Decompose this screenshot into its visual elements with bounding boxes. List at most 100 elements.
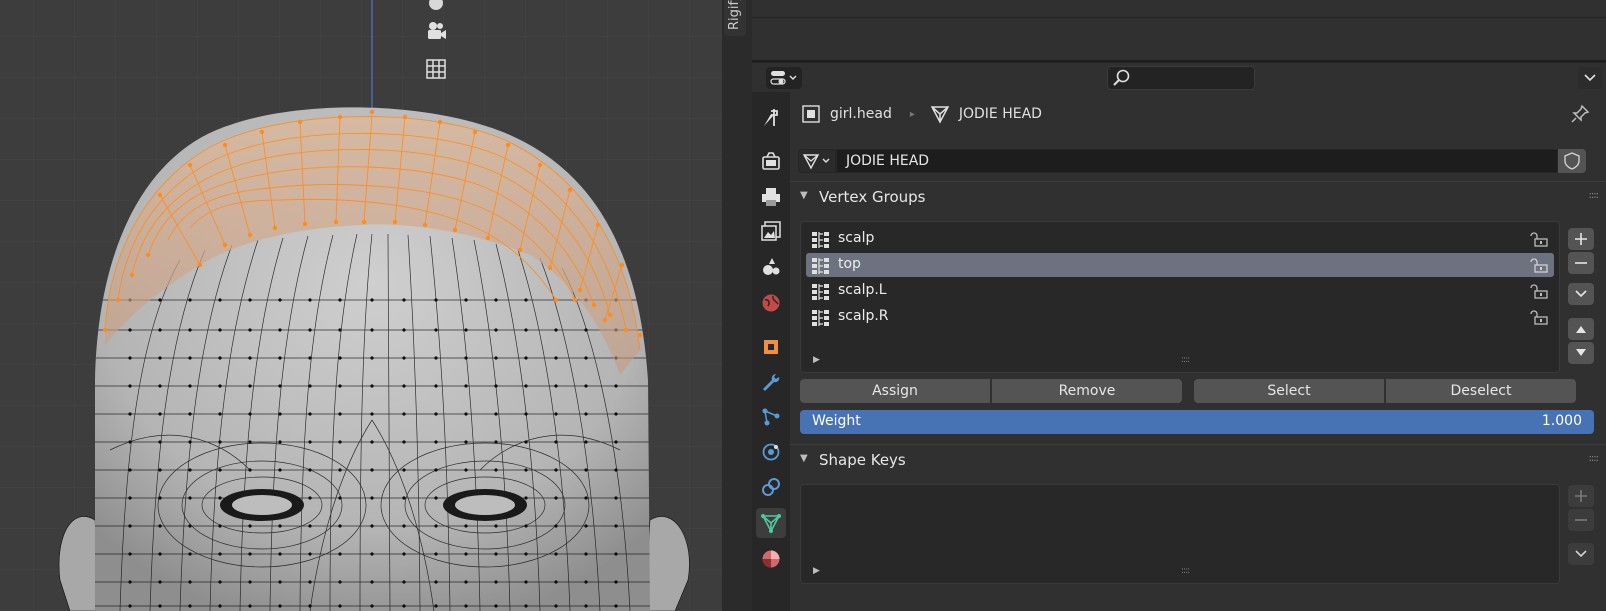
vertex-groups-panel-header[interactable]: ▼ Vertex Groups ::::: [790, 181, 1606, 212]
breadcrumb: girl.head ▸ JODIE HEAD: [800, 102, 1042, 126]
mesh-data-icon: [761, 514, 781, 533]
object-icon: [764, 340, 778, 354]
list-item-label: scalp.R: [838, 308, 889, 324]
list-item[interactable]: scalp: [806, 227, 1554, 251]
mesh-data-icon: [802, 154, 830, 170]
render-icon: [762, 152, 780, 170]
collapse-icon: ▼: [800, 190, 808, 201]
tab-constraints[interactable]: [756, 472, 786, 502]
constraints-icon: [762, 478, 780, 496]
pin-icon[interactable]: [1570, 104, 1590, 128]
list-filter-toggle-icon[interactable]: ▶: [813, 355, 820, 365]
triangle-up-icon: [1576, 326, 1586, 333]
mesh-name-input[interactable]: JODIE HEAD: [836, 149, 1558, 173]
drag-grip-icon[interactable]: ::::: [1589, 190, 1600, 201]
move-up-button[interactable]: [1568, 318, 1594, 340]
plus-icon: [1575, 490, 1587, 502]
mesh-data-icon: [930, 106, 950, 124]
triangle-down-icon: [1576, 349, 1586, 356]
editor-type-button[interactable]: [766, 67, 802, 89]
tab-tool[interactable]: [756, 102, 786, 132]
collapse-icon: ▼: [800, 453, 808, 464]
assign-button[interactable]: Assign: [800, 379, 990, 403]
view-layer-icon: [761, 221, 781, 241]
tab-particles[interactable]: [756, 402, 786, 432]
list-item-label: scalp.L: [838, 282, 887, 298]
list-resize-grip-icon[interactable]: ::::: [1181, 566, 1190, 576]
region-divider: [722, 0, 752, 611]
list-resize-grip-icon[interactable]: ::::: [1181, 355, 1190, 365]
tab-scene[interactable]: [756, 252, 786, 282]
list-item[interactable]: scalp.R: [806, 305, 1554, 329]
editor-top-region: [752, 0, 1606, 60]
breadcrumb-data: JODIE HEAD: [958, 106, 1042, 122]
select-button[interactable]: Select: [1194, 379, 1384, 403]
remove-shape-key-button[interactable]: [1568, 509, 1594, 531]
physics-icon: [762, 443, 780, 461]
vertex-group-icon: [812, 284, 829, 300]
add-vertex-group-button[interactable]: [1568, 228, 1594, 250]
minus-icon: [1575, 519, 1587, 521]
list-item[interactable]: scalp.L: [806, 279, 1554, 303]
tab-physics[interactable]: [756, 437, 786, 467]
shape-keys-panel-header[interactable]: ▼ Shape Keys ::::: [790, 444, 1606, 475]
unlock-icon[interactable]: [1529, 257, 1549, 273]
sidebar-tab-rigify[interactable]: Rigify: [724, 0, 746, 36]
plus-icon: [1575, 233, 1587, 245]
tab-mesh-data[interactable]: [756, 508, 786, 538]
world-icon: [762, 294, 780, 312]
viewport-canvas: [0, 0, 722, 611]
output-icon: [762, 188, 780, 206]
list-filter-toggle-icon[interactable]: ▶: [813, 566, 820, 576]
tab-render[interactable]: [756, 146, 786, 176]
tab-object[interactable]: [756, 332, 786, 362]
minus-icon: [1575, 262, 1587, 264]
particles-icon: [762, 408, 780, 426]
tab-view-layer[interactable]: [756, 216, 786, 246]
ortho-grid-icon[interactable]: [421, 54, 451, 84]
shield-icon: [1564, 152, 1580, 170]
properties-editor-icon: [770, 71, 797, 85]
tab-output[interactable]: [756, 182, 786, 212]
shape-key-specials-menu[interactable]: [1568, 543, 1594, 565]
remove-button[interactable]: Remove: [992, 379, 1182, 403]
camera-view-icon[interactable]: [421, 16, 451, 46]
drag-grip-icon[interactable]: ::::: [1589, 453, 1600, 464]
vertex-group-icon: [812, 310, 829, 326]
search-input[interactable]: [1107, 66, 1255, 90]
unlock-icon[interactable]: [1529, 309, 1549, 325]
remove-vertex-group-button[interactable]: [1568, 252, 1594, 274]
panel-title: Vertex Groups: [819, 188, 926, 206]
list-item-label: top: [838, 256, 861, 272]
shape-key-list[interactable]: ▶ ::::: [800, 484, 1560, 584]
breadcrumb-separator-icon: ▸: [909, 108, 915, 120]
deselect-button[interactable]: Deselect: [1386, 379, 1576, 403]
properties-panel: girl.head ▸ JODIE HEAD JODIE HEAD ▼ Vert…: [790, 92, 1606, 611]
weight-slider[interactable]: Weight 1.000: [800, 410, 1594, 434]
add-shape-key-button[interactable]: [1568, 485, 1594, 507]
scene-icon: [763, 258, 780, 275]
tab-modifiers[interactable]: [756, 367, 786, 397]
tab-material[interactable]: [756, 544, 786, 574]
material-icon: [762, 550, 780, 568]
vertex-group-icon: [812, 232, 829, 248]
weight-label: Weight: [812, 413, 861, 429]
fake-user-button[interactable]: [1558, 149, 1586, 173]
move-down-button[interactable]: [1568, 342, 1594, 364]
options-dropdown[interactable]: [1578, 67, 1602, 89]
vertex-group-specials-menu[interactable]: [1568, 283, 1594, 305]
list-item[interactable]: top: [806, 253, 1554, 277]
properties-tab-strip: [752, 92, 790, 611]
unlock-icon[interactable]: [1529, 283, 1549, 299]
breadcrumb-object: girl.head: [830, 106, 892, 122]
tool-icon: [764, 109, 778, 126]
mesh-browse-button[interactable]: [798, 149, 836, 173]
mesh-datablock-field: JODIE HEAD: [798, 149, 1586, 173]
vertex-group-list[interactable]: scalp top scalp.L scalp.R ▶ ::::: [800, 221, 1560, 373]
object-icon: [802, 105, 820, 123]
chevron-down-icon: [1584, 74, 1596, 82]
unlock-icon[interactable]: [1529, 231, 1549, 247]
3d-viewport[interactable]: [0, 0, 722, 611]
tab-world[interactable]: [756, 288, 786, 318]
panel-title: Shape Keys: [819, 451, 906, 469]
